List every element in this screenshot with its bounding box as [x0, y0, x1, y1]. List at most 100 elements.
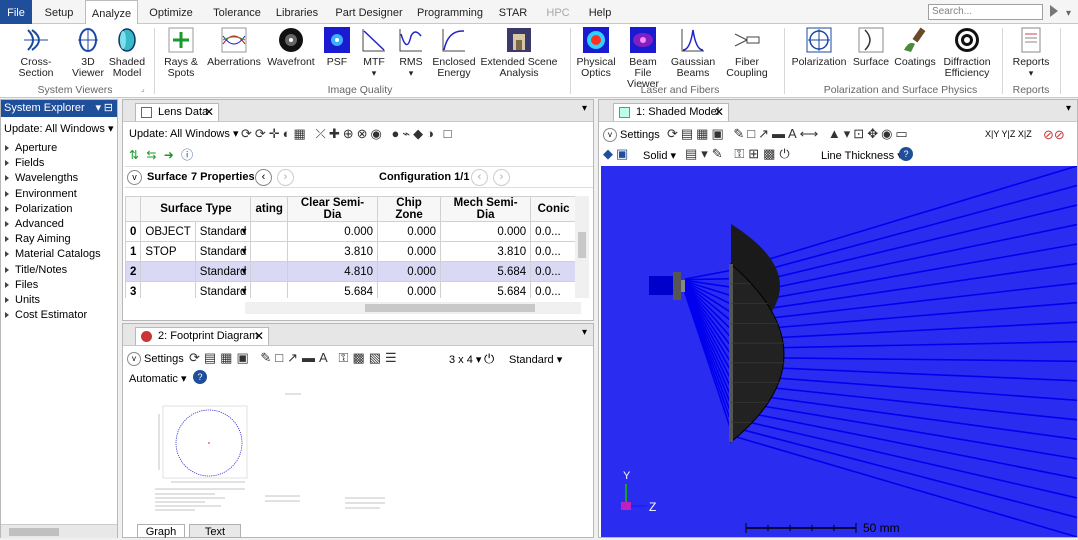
coatings-button[interactable]: Coatings — [893, 26, 937, 68]
table-cell[interactable]: STOP — [140, 241, 196, 262]
table-cell[interactable]: 5.684 — [440, 281, 532, 298]
menu-setup[interactable]: Setup — [38, 0, 80, 24]
table-row[interactable]: 1 STOP Standard ▾ 3.810 0.000 3.810 0.0... — [125, 241, 577, 262]
table-cell[interactable] — [250, 281, 288, 298]
reports-button[interactable]: Reports ▾ — [1008, 26, 1054, 79]
layout-dropdown[interactable]: 3 x 4 ▾ — [449, 353, 481, 366]
menu-analyze[interactable]: Analyze — [85, 0, 138, 25]
table-cell[interactable]: 0.000 — [377, 241, 442, 262]
tab-lens-data[interactable]: Lens Data ✕ — [135, 103, 219, 121]
table-cell[interactable]: 3 — [125, 281, 142, 298]
update-dropdown[interactable]: Update: All Windows ▾ — [4, 122, 113, 135]
explorer-item[interactable]: Wavelengths — [1, 171, 117, 186]
solid-dropdown[interactable]: Solid ▾ — [643, 149, 676, 162]
enclosed-energy-button[interactable]: Enclosed Energy — [430, 26, 478, 79]
table-cell[interactable]: Standard ▾ — [194, 241, 252, 262]
standard-dropdown[interactable]: Standard ▾ — [509, 353, 562, 366]
lens-data-toolbar[interactable]: ⟳⟳✛◐▦ ⤫✚⊕⊗◉ ●⌁◆◑ □ — [241, 126, 591, 142]
expand-icon[interactable]: ⌟ — [141, 84, 145, 93]
explorer-item[interactable]: Material Catalogs — [1, 247, 117, 262]
table-cell[interactable]: 0.000 — [440, 221, 532, 242]
surface-button[interactable]: Surface — [852, 26, 890, 68]
table-cell[interactable]: 5.684 — [440, 261, 532, 282]
tab-shaded-model[interactable]: 1: Shaded Model ✕ — [613, 103, 729, 121]
3d-viewer-button[interactable]: 3D Viewer — [70, 26, 106, 79]
menu-programming[interactable]: Programming — [414, 0, 486, 24]
polarization-button[interactable]: Polarization — [790, 26, 848, 68]
table-cell[interactable]: 0.0... — [530, 261, 577, 282]
axis-views[interactable]: X|Y Y|Z X|Z — [985, 129, 1032, 139]
menu-libraries[interactable]: Libraries — [272, 0, 322, 24]
settings-button[interactable]: Settings — [144, 353, 184, 365]
table-cell[interactable]: 0.000 — [377, 221, 442, 242]
tab-text[interactable]: Text — [189, 524, 241, 538]
column-header[interactable]: Surface Type — [140, 196, 252, 222]
dropdown-icon[interactable]: ▾ — [241, 246, 246, 257]
next-config-button[interactable]: › — [493, 169, 510, 186]
dropdown-icon[interactable]: ▾ — [95, 100, 101, 117]
table-cell[interactable]: 0.000 — [377, 281, 442, 298]
pin-icon[interactable]: ⊟ — [104, 100, 113, 117]
extended-scene-button[interactable]: Extended Scene Analysis — [480, 26, 558, 79]
table-cell[interactable]: 1 — [125, 241, 142, 262]
table-cell[interactable]: 4.810 — [286, 261, 379, 282]
table-cell[interactable]: Standard ▾ — [194, 221, 252, 242]
diffraction-efficiency-button[interactable]: Diffraction Efficiency — [939, 26, 995, 79]
menu-chevron-icon[interactable]: ▾ — [1066, 103, 1071, 114]
table-cell[interactable]: 0 — [125, 221, 142, 242]
table-cell[interactable]: 0.0... — [530, 281, 577, 298]
explorer-item[interactable]: Environment — [1, 187, 117, 202]
table-row[interactable]: 3 Standard ▾ 5.684 0.000 5.684 0.0... — [125, 281, 577, 298]
table-cell[interactable]: OBJECT — [140, 221, 196, 242]
column-header[interactable]: Conic — [530, 196, 577, 222]
table-cell[interactable]: 3.810 — [440, 241, 532, 262]
tab-graph[interactable]: Graph — [137, 524, 185, 538]
table-cell[interactable]: 0.000 — [377, 261, 442, 282]
explorer-item[interactable]: Ray Aiming — [1, 232, 117, 247]
menu-star[interactable]: STAR — [498, 0, 528, 24]
menu-help[interactable]: Help — [585, 0, 615, 24]
render-tools[interactable]: ◆▣ — [603, 146, 631, 162]
column-header[interactable]: Chip Zone — [377, 196, 442, 222]
update-dropdown[interactable]: Update: All Windows ▾ — [129, 127, 238, 140]
explorer-item[interactable]: Units — [1, 293, 117, 308]
next-surface-button[interactable]: › — [277, 169, 294, 186]
table-cell[interactable]: 5.684 — [286, 281, 379, 298]
explorer-item[interactable]: Polarization — [1, 202, 117, 217]
help-icon[interactable]: ? — [193, 370, 207, 384]
collapse-icon[interactable]: v — [603, 128, 617, 142]
menu-part-designer[interactable]: Part Designer — [330, 0, 408, 24]
expand-toggle-icon[interactable]: v — [127, 170, 142, 185]
explorer-item[interactable]: Title/Notes — [1, 263, 117, 278]
horizontal-scrollbar[interactable] — [1, 524, 117, 538]
physical-optics-button[interactable]: Physical Optics — [574, 26, 618, 79]
power-icon[interactable]: ⏻ — [484, 351, 494, 367]
cross-section-button[interactable]: Cross-Section — [4, 26, 68, 79]
view-tools[interactable]: ⟳▤▦▣ ✎□↗▬A⟷ ▲▾⊡✥◉▭ — [667, 126, 911, 142]
menu-optimize[interactable]: Optimize — [143, 0, 199, 24]
table-cell[interactable] — [140, 281, 196, 298]
prev-config-button[interactable]: ‹ — [471, 169, 488, 186]
dropdown-icon[interactable]: ▾ — [241, 286, 246, 297]
3d-viewport[interactable]: Y Z 50 mm — [601, 165, 1078, 538]
explorer-item[interactable]: Fields — [1, 156, 117, 171]
menu-file[interactable]: File — [0, 0, 32, 24]
mtf-button[interactable]: MTF ▾ — [356, 26, 392, 79]
shaded-model-button[interactable]: Shaded Model — [108, 26, 146, 79]
gaussian-beams-button[interactable]: Gaussian Beams — [670, 26, 716, 79]
collapse-icon[interactable]: v — [127, 352, 141, 366]
chevron-down-icon[interactable]: ▾ — [1066, 8, 1071, 19]
menu-tolerance[interactable]: Tolerance — [207, 0, 267, 24]
table-cell[interactable] — [140, 261, 196, 282]
close-icon[interactable]: ✕ — [254, 328, 264, 345]
explorer-item[interactable]: Aperture — [1, 141, 117, 156]
beam-file-viewer-button[interactable]: Beam File Viewer — [620, 26, 666, 90]
search-input[interactable]: Search... — [928, 4, 1043, 20]
table-row[interactable]: 2 Standard ▾ 4.810 0.000 5.684 0.0... — [125, 261, 577, 282]
table-cell[interactable] — [250, 261, 288, 282]
table-cell[interactable]: Standard ▾ — [194, 281, 252, 298]
rays-spots-button[interactable]: Rays & Spots — [160, 26, 202, 79]
table-cell[interactable]: 0.0... — [530, 221, 577, 242]
table-row[interactable]: 0 OBJECT Standard ▾ 0.000 0.000 0.000 0.0... — [125, 221, 577, 242]
table-cell[interactable] — [250, 241, 288, 262]
